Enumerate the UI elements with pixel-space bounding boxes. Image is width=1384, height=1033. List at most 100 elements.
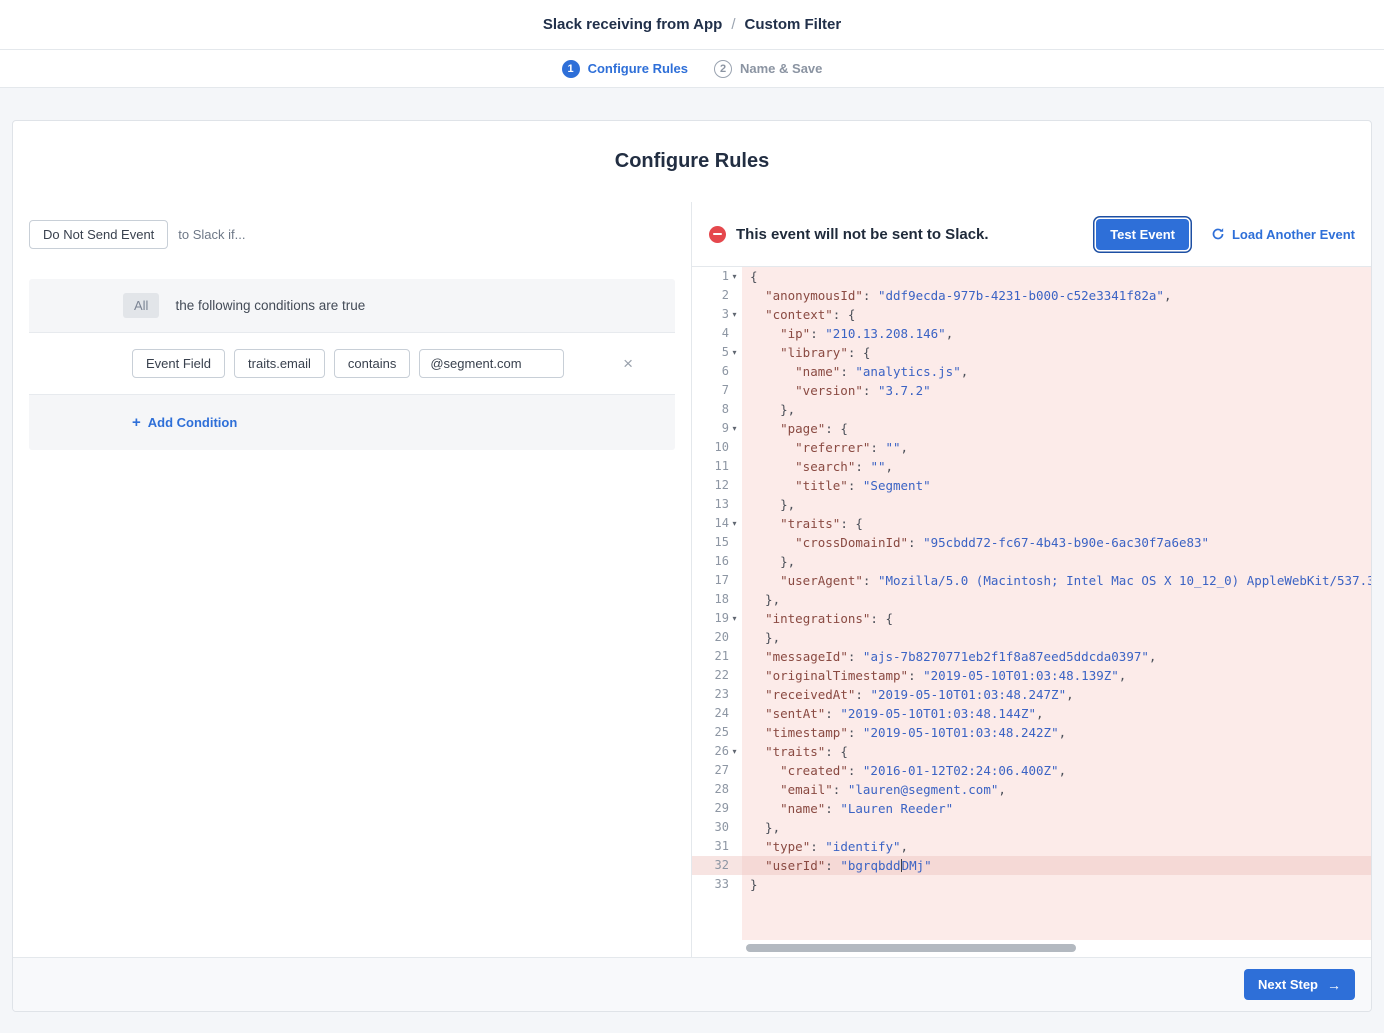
code-text: }, [742,552,1371,571]
code-line[interactable]: 22 "originalTimestamp": "2019-05-10T01:0… [692,666,1371,685]
fold-arrow-icon[interactable]: ▾ [730,343,739,362]
add-condition-row: + Add Condition [29,395,675,450]
test-event-button[interactable]: Test Event [1096,219,1189,250]
code-text: "userId": "bgrqbddDMj" [742,856,1371,875]
code-line[interactable]: 15 "crossDomainId": "95cbdd72-fc67-4b43-… [692,533,1371,552]
code-line[interactable]: 5▾ "library": { [692,343,1371,362]
breadcrumb-parent[interactable]: Slack receiving from App [543,16,723,33]
code-line[interactable]: 14▾ "traits": { [692,514,1371,533]
fold-arrow-icon[interactable]: ▾ [730,742,739,761]
field-type-button[interactable]: Event Field [132,349,225,378]
code-text: "title": "Segment" [742,476,1371,495]
fold-arrow-icon[interactable]: ▾ [730,419,739,438]
conditions-group: All the following conditions are true Ev… [29,279,675,450]
code-line[interactable]: 2 "anonymousId": "ddf9ecda-977b-4231-b00… [692,286,1371,305]
code-text: }, [742,590,1371,609]
line-number: 24 [692,704,742,723]
code-text: "page": { [742,419,1371,438]
code-text: "type": "identify", [742,837,1371,856]
code-text: "sentAt": "2019-05-10T01:03:48.144Z", [742,704,1371,723]
code-line[interactable]: 21 "messageId": "ajs-7b8270771eb2f1f8a87… [692,647,1371,666]
code-text: "receivedAt": "2019-05-10T01:03:48.247Z"… [742,685,1371,704]
event-json-editor[interactable]: 1▾{2 "anonymousId": "ddf9ecda-977b-4231-… [692,267,1371,957]
fold-arrow-icon[interactable]: ▾ [730,305,739,324]
code-text: "name": "Lauren Reeder" [742,799,1371,818]
scrollbar-thumb[interactable] [746,944,1076,952]
next-step-label: Next Step [1258,977,1318,992]
code-line[interactable]: 17 "userAgent": "Mozilla/5.0 (Macintosh;… [692,571,1371,590]
code-line[interactable]: 30 }, [692,818,1371,837]
code-line[interactable]: 31 "type": "identify", [692,837,1371,856]
code-line[interactable]: 23 "receivedAt": "2019-05-10T01:03:48.24… [692,685,1371,704]
code-text: }, [742,400,1371,419]
do-not-send-event-button[interactable]: Do Not Send Event [29,220,168,249]
refresh-icon [1211,227,1225,241]
fold-arrow-icon[interactable]: ▾ [730,267,739,286]
line-number: 7 [692,381,742,400]
code-text: "email": "lauren@segment.com", [742,780,1371,799]
action-suffix-label: to Slack if... [178,227,245,242]
code-line[interactable]: 13 }, [692,495,1371,514]
code-line[interactable]: 26▾ "traits": { [692,742,1371,761]
page-title: Configure Rules [13,121,1371,202]
line-number: 2 [692,286,742,305]
add-condition-link[interactable]: Add Condition [148,415,238,430]
code-text: }, [742,818,1371,837]
next-step-button[interactable]: Next Step → [1244,969,1355,1000]
remove-condition-button[interactable]: × [623,355,633,372]
page-content: Configure Rules Do Not Send Event to Sla… [0,88,1384,1012]
line-number: 28 [692,780,742,799]
code-line[interactable]: 3▾ "context": { [692,305,1371,324]
code-line[interactable]: 18 }, [692,590,1371,609]
code-line[interactable]: 20 }, [692,628,1371,647]
step-label-configure-rules: Configure Rules [588,61,688,76]
code-text: "traits": { [742,742,1371,761]
code-line[interactable]: 4 "ip": "210.13.208.146", [692,324,1371,343]
code-line[interactable]: 9▾ "page": { [692,419,1371,438]
status-text: This event will not be sent to Slack. [736,226,1096,243]
filter-rules-panel: Do Not Send Event to Slack if... All the… [13,202,691,957]
code-line[interactable]: 11 "search": "", [692,457,1371,476]
line-number: 13 [692,495,742,514]
step-name-save[interactable]: 2 Name & Save [714,60,822,78]
code-line[interactable]: 8 }, [692,400,1371,419]
code-line[interactable]: 27 "created": "2016-01-12T02:24:06.400Z"… [692,761,1371,780]
code-line[interactable]: 28 "email": "lauren@segment.com", [692,780,1371,799]
code-line[interactable]: 19▾ "integrations": { [692,609,1371,628]
code-line[interactable]: 7 "version": "3.7.2" [692,381,1371,400]
breadcrumb-separator: / [731,16,735,33]
line-number: 15 [692,533,742,552]
card-footer: Next Step → [13,957,1371,1011]
operator-button[interactable]: contains [334,349,410,378]
condition-value-input[interactable] [419,349,564,378]
code-line[interactable]: 1▾{ [692,267,1371,286]
line-number: 30 [692,818,742,837]
step-label-name-save: Name & Save [740,61,822,76]
code-line[interactable]: 12 "title": "Segment" [692,476,1371,495]
code-line[interactable]: 29 "name": "Lauren Reeder" [692,799,1371,818]
fold-arrow-icon[interactable]: ▾ [730,514,739,533]
load-another-event-link[interactable]: Load Another Event [1211,227,1355,242]
line-number: 26▾ [692,742,742,761]
code-line[interactable]: 10 "referrer": "", [692,438,1371,457]
match-mode-chip[interactable]: All [123,293,159,318]
code-line[interactable]: 6 "name": "analytics.js", [692,362,1371,381]
line-number: 14▾ [692,514,742,533]
code-line[interactable]: 25 "timestamp": "2019-05-10T01:03:48.242… [692,723,1371,742]
field-button[interactable]: traits.email [234,349,325,378]
line-number: 8 [692,400,742,419]
code-line[interactable]: 24 "sentAt": "2019-05-10T01:03:48.144Z", [692,704,1371,723]
blocked-minus-icon [709,226,726,243]
code-line[interactable]: 33} [692,875,1371,894]
arrow-right-icon: → [1327,978,1341,992]
breadcrumb-current: Custom Filter [745,16,842,33]
code-text: "search": "", [742,457,1371,476]
code-line[interactable]: 32 "userId": "bgrqbddDMj" [692,856,1371,875]
horizontal-scrollbar[interactable] [692,940,1371,957]
code-line[interactable]: 16 }, [692,552,1371,571]
fold-arrow-icon[interactable]: ▾ [730,609,739,628]
line-number: 1▾ [692,267,742,286]
code-text: "created": "2016-01-12T02:24:06.400Z", [742,761,1371,780]
step-number-1: 1 [562,60,580,78]
step-configure-rules[interactable]: 1 Configure Rules [562,60,688,78]
